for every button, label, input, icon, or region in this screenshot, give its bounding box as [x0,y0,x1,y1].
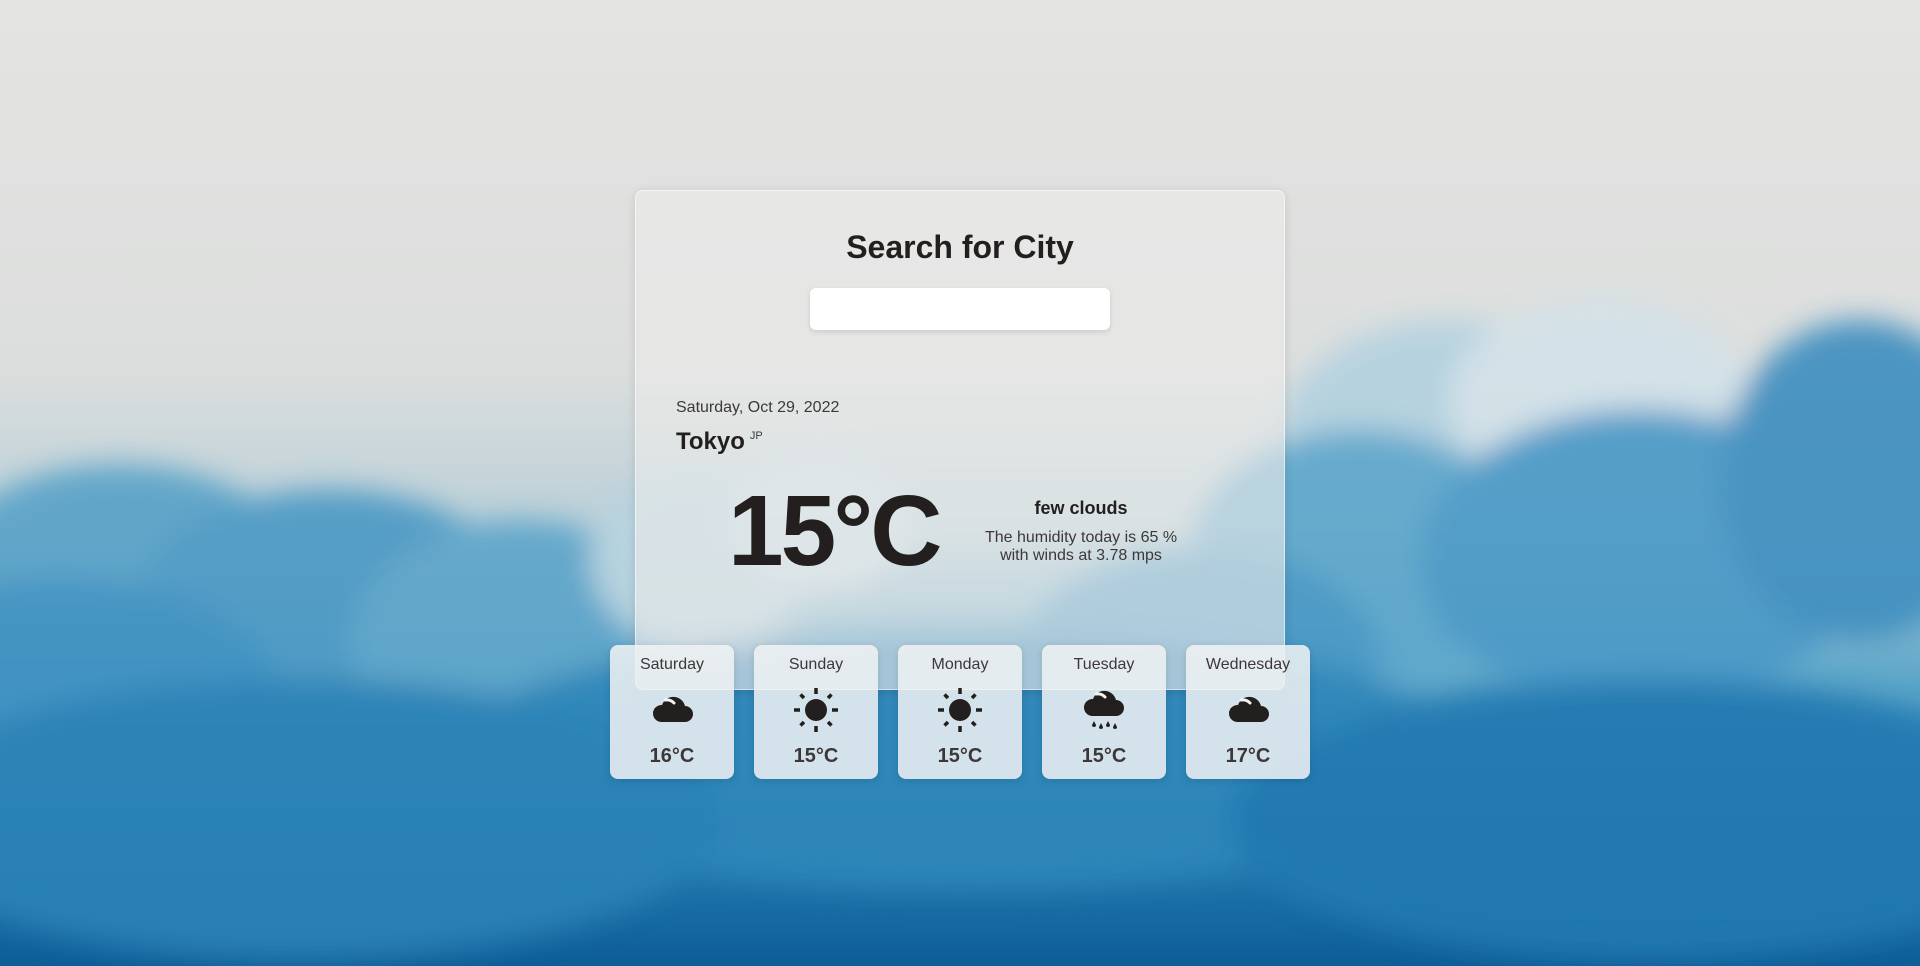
sun-icon [938,688,982,732]
forecast-temp: 15°C [793,745,839,767]
wind-text: with winds at 3.78 mps [1000,547,1162,564]
weather-card: Search for City Saturday, Oct 29, 2022 T… [635,190,1285,690]
search-title: Search for City [846,229,1074,265]
forecast-day: Saturday [639,656,705,673]
forecast-day: Monday [931,656,989,673]
forecast-temp: 17°C [1225,745,1271,767]
location: Tokyo JP [676,428,763,456]
city-search-input[interactable] [810,288,1110,330]
forecast-temp: 15°C [1081,745,1127,767]
weather-details: few clouds The humidity today is 65 % wi… [981,498,1181,565]
humidity-text: The humidity today is 65 % [984,529,1178,546]
current-temperature: 15°C [728,475,942,587]
forecast-day: Wednesday [1205,656,1291,673]
country-code: JP [749,430,763,442]
current-date: Saturday, Oct 29, 2022 [676,399,840,416]
cloud-icon [1228,696,1269,722]
city-name: Tokyo [676,428,745,455]
forecast-temp: 16°C [649,745,695,767]
rain-cloud-icon [1083,690,1124,729]
forecast-day: Tuesday [1073,656,1135,673]
weather-condition: few clouds [1034,498,1128,518]
sun-icon [794,688,838,732]
forecast-day: Sunday [788,656,844,673]
forecast-card-sunday: Sunday 15°C [754,645,878,779]
forecast-card-tuesday: Tuesday 15°C [1042,645,1166,779]
forecast-card-saturday: Saturday 16°C [610,645,734,779]
forecast-temp: 15°C [937,745,983,767]
forecast-card-monday: Monday 15°C [898,645,1022,779]
forecast-card-wednesday: Wednesday 17°C [1186,645,1310,779]
cloud-icon [652,696,693,722]
